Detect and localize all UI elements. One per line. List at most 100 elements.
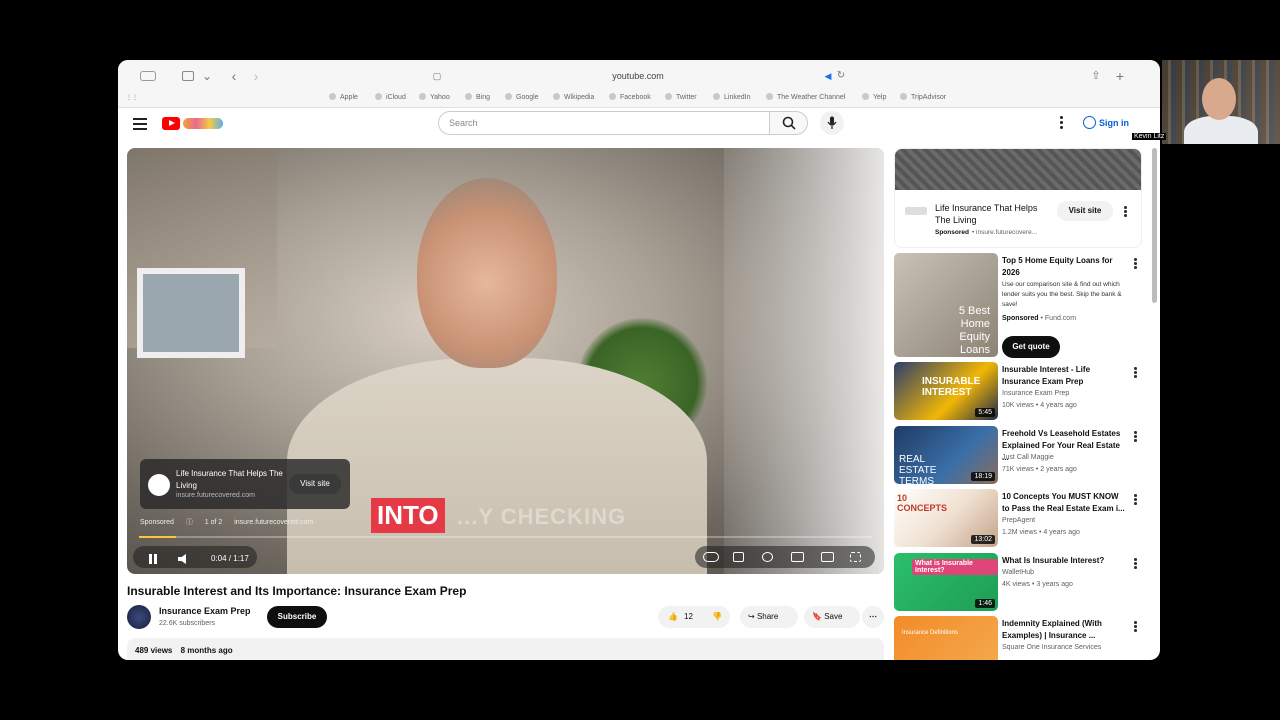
subscribe-button[interactable]: Subscribe	[267, 606, 327, 628]
sponsored-rec-kebab-icon[interactable]	[1134, 258, 1137, 270]
rec-thumbnail[interactable]: Insurance Definitions	[894, 616, 998, 660]
thumbs-up-icon[interactable]: 👍	[668, 606, 678, 628]
rec-duration: 13:02	[971, 535, 995, 544]
rec-channel[interactable]: Insurance Exam Prep	[1002, 390, 1069, 397]
right-controls	[695, 546, 875, 568]
youtube-doodle[interactable]	[183, 118, 223, 129]
favorite-linkedin[interactable]: LinkedIn	[713, 93, 750, 101]
forward-icon[interactable]: ›	[250, 68, 262, 84]
list-item[interactable]: What is Insurable Interest? 1:46 What Is…	[894, 553, 1142, 613]
settings-gear-icon[interactable]	[762, 552, 773, 562]
autoplay-toggle-icon[interactable]	[703, 552, 719, 562]
favorite-tripadvisor[interactable]: TripAdvisor	[900, 93, 946, 101]
favorite-icloud[interactable]: iCloud	[375, 93, 406, 101]
speaker-icon[interactable]: ◀	[823, 68, 833, 84]
search-input[interactable]: Search	[438, 111, 770, 135]
volume-icon[interactable]	[178, 554, 186, 564]
video-player[interactable]: INTO ...Y CHECKING Life Insurance That H…	[127, 148, 884, 574]
channel-avatar[interactable]	[127, 605, 151, 629]
captions-icon[interactable]	[733, 552, 744, 562]
rec-title[interactable]: Insurable Interest - Life Insurance Exam…	[1002, 364, 1128, 388]
rec-channel[interactable]: PrepAgent	[1002, 517, 1035, 524]
rec-channel[interactable]: Just Call Maggie	[1002, 454, 1054, 461]
list-item[interactable]: INSURABLE INTEREST 5:45 Insurable Intere…	[894, 362, 1142, 422]
thumbs-down-icon[interactable]: 👎	[712, 606, 722, 628]
list-item[interactable]: 10 CONCEPTS 13:02 10 Concepts You MUST K…	[894, 489, 1142, 549]
miniplayer-icon[interactable]	[791, 552, 804, 562]
sidebar-toggle-icon[interactable]	[182, 71, 194, 81]
rec-kebab-icon[interactable]	[1134, 621, 1137, 633]
time-display: 0:04 / 1:17	[211, 554, 249, 563]
rec-thumbnail[interactable]: INSURABLE INTEREST 5:45	[894, 362, 998, 420]
channel-name[interactable]: Insurance Exam Prep	[159, 606, 251, 616]
rec-channel[interactable]: Square One Insurance Services	[1002, 644, 1101, 651]
sidebar-ad-title[interactable]: Life Insurance That Helps The Living	[935, 202, 1055, 226]
favorite-weather-channel[interactable]: The Weather Channel	[766, 93, 845, 101]
favorite-bing[interactable]: Bing	[465, 93, 490, 101]
rec-title[interactable]: Indemnity Explained (With Examples) | In…	[1002, 618, 1128, 642]
url-bar[interactable]: youtube.com	[538, 69, 738, 83]
rec-title[interactable]: 10 Concepts You MUST KNOW to Pass the Re…	[1002, 491, 1128, 515]
rec-channel[interactable]: WalletHub	[1002, 569, 1034, 576]
description-box[interactable]: 489 views 8 months ago	[127, 638, 884, 660]
search-button[interactable]	[770, 111, 808, 135]
rec-title[interactable]: What Is Insurable Interest?	[1002, 555, 1128, 567]
favorite-yahoo[interactable]: Yahoo	[419, 93, 450, 101]
rec-kebab-icon[interactable]	[1134, 558, 1137, 570]
rec-thumbnail[interactable]: 10 CONCEPTS 13:02	[894, 489, 998, 547]
list-item[interactable]: Insurance Definitions Indemnity Explaine…	[894, 616, 1142, 660]
favorite-yelp[interactable]: Yelp	[862, 93, 886, 101]
settings-kebab-icon[interactable]	[1060, 116, 1064, 130]
favorite-apple[interactable]: Apple	[329, 93, 358, 101]
sidebar-visit-site-button[interactable]: Visit site	[1057, 201, 1113, 221]
sign-in-button[interactable]: Sign in	[1081, 112, 1129, 134]
reload-icon[interactable]: ↻	[836, 68, 846, 84]
list-item[interactable]: REAL ESTATE TERMS 18:19 Freehold Vs Leas…	[894, 426, 1142, 486]
rec-thumbnail[interactable]: What is Insurable Interest? 1:46	[894, 553, 998, 611]
favorite-facebook[interactable]: Facebook	[609, 93, 651, 101]
voice-search-button[interactable]	[820, 111, 844, 135]
pause-icon[interactable]	[149, 554, 157, 564]
page-scrollbar[interactable]	[1152, 148, 1157, 303]
sponsored-rec-thumbnail[interactable]: 5 Best Home Equity Loans	[894, 253, 998, 357]
favorite-twitter[interactable]: Twitter	[665, 93, 697, 101]
advertiser-logo	[148, 474, 170, 496]
mic-icon	[827, 116, 837, 129]
ad-domain-secondary[interactable]: insure.futurecovered.com	[234, 519, 313, 526]
rec-kebab-icon[interactable]	[1134, 367, 1137, 379]
favorite-google[interactable]: Google	[505, 93, 539, 101]
info-icon[interactable]: ⓘ	[186, 519, 193, 526]
like-count[interactable]: 12	[684, 606, 693, 628]
rec-kebab-icon[interactable]	[1134, 494, 1137, 506]
ad-card[interactable]: Life Insurance That Helps The Living ins…	[140, 459, 350, 509]
share-button[interactable]: ↪ Share	[740, 606, 798, 628]
airplay-icon[interactable]	[821, 552, 834, 562]
share-icon[interactable]: ⇧	[1090, 68, 1102, 84]
tab-overview-icon[interactable]	[140, 71, 156, 81]
hamburger-menu-icon[interactable]	[133, 118, 147, 130]
progress-bar[interactable]	[139, 536, 872, 538]
youtube-logo[interactable]	[162, 117, 180, 130]
rec-thumbnail[interactable]: REAL ESTATE TERMS 18:19	[894, 426, 998, 484]
new-tab-icon[interactable]: +	[1114, 68, 1126, 84]
sponsored-rec-title[interactable]: Top 5 Home Equity Loans for 2026	[1002, 255, 1128, 279]
sidebar-ad-sponsored: Sponsored	[935, 229, 969, 236]
favorite-wikipedia[interactable]: Wikipedia	[553, 93, 594, 101]
sidebar-ad-kebab-icon[interactable]	[1124, 206, 1127, 218]
privacy-icon: ▢	[432, 71, 442, 81]
sponsored-rec-label: Sponsored	[1002, 315, 1039, 322]
save-button[interactable]: 🔖 Save	[804, 606, 860, 628]
fullscreen-icon[interactable]	[850, 552, 861, 562]
rec-duration: 1:46	[975, 599, 995, 608]
sponsored-rec[interactable]: 5 Best Home Equity Loans Top 5 Home Equi…	[894, 253, 1142, 359]
get-quote-button[interactable]: Get quote	[1002, 336, 1060, 358]
ad-visit-site-button[interactable]: Visit site	[289, 474, 341, 494]
ad-domain: insure.futurecovered.com	[176, 492, 255, 499]
rec-kebab-icon[interactable]	[1134, 431, 1137, 443]
back-icon[interactable]: ‹	[228, 68, 240, 84]
view-stats: 489 views 8 months ago	[135, 646, 239, 655]
video-person-head	[417, 178, 557, 368]
sidebar-ad[interactable]: Life Insurance That Helps The Living Spo…	[894, 148, 1142, 248]
chevron-down-icon[interactable]: ⌄	[202, 68, 212, 84]
more-actions-icon[interactable]: ⋯	[862, 606, 884, 628]
